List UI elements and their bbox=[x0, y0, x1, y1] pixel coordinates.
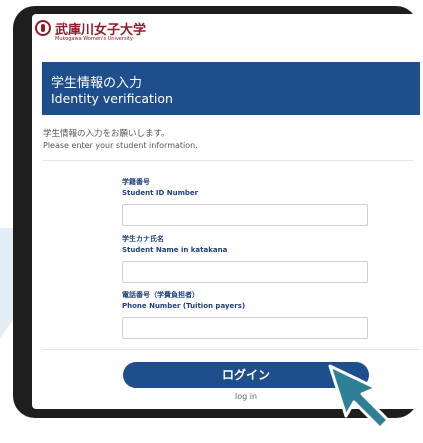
logo-subtitle: Mukogawa Women's University bbox=[55, 36, 133, 42]
login-panel: 武庫川女子大学 Mukogawa Women's University 学生情報… bbox=[32, 14, 420, 409]
university-logo: 武庫川女子大学 Mukogawa Women's University bbox=[35, 20, 195, 50]
form-divider bbox=[42, 349, 420, 350]
device-frame: 武庫川女子大学 Mukogawa Women's University 学生情報… bbox=[13, 6, 420, 418]
student-name-input[interactable] bbox=[122, 261, 368, 283]
page-title-en: Identity verification bbox=[51, 91, 173, 106]
page-header: 学生情報の入力 Identity verification bbox=[42, 62, 420, 115]
university-crest-icon bbox=[35, 20, 51, 36]
student-id-field: 学籍番号 Student ID Number bbox=[122, 177, 368, 226]
student-name-field: 学生カナ氏名 Student Name in katakana bbox=[122, 234, 368, 283]
intro-text-en: Please enter your student information. bbox=[43, 141, 198, 150]
phone-field: 電話番号（学費負担者） Phone Number (Tuition payers… bbox=[122, 290, 368, 339]
student-id-input[interactable] bbox=[122, 204, 368, 226]
phone-label-en: Phone Number (Tuition payers) bbox=[122, 302, 246, 310]
student-id-label-jp: 学籍番号 bbox=[122, 178, 150, 186]
intro-text: 学生情報の入力をお願いします。 Please enter your studen… bbox=[43, 128, 413, 161]
student-id-label-en: Student ID Number bbox=[122, 189, 199, 197]
student-name-label-en: Student Name in katakana bbox=[122, 246, 228, 254]
phone-input[interactable] bbox=[122, 317, 368, 339]
intro-text-jp: 学生情報の入力をお願いします。 bbox=[43, 129, 170, 139]
phone-label-jp: 電話番号（学費負担者） bbox=[122, 291, 199, 299]
page-title-jp: 学生情報の入力 bbox=[51, 76, 143, 91]
student-name-label-jp: 学生カナ氏名 bbox=[122, 235, 164, 243]
pointer-arrow-icon bbox=[328, 364, 390, 430]
